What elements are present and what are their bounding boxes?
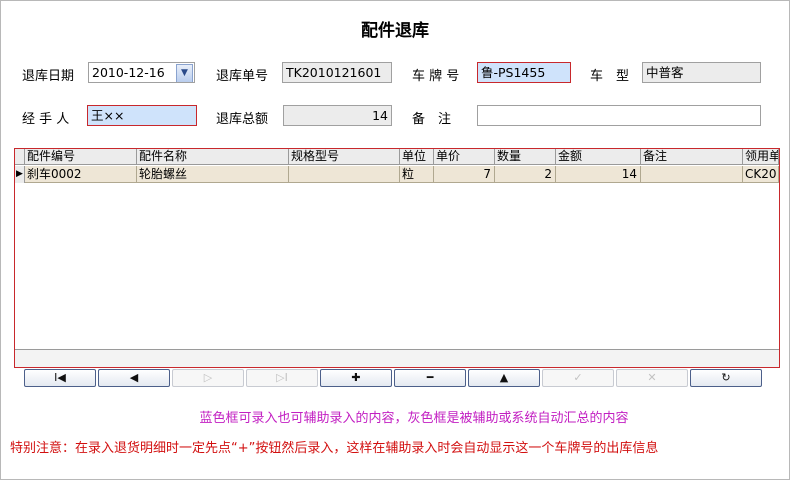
handler-field[interactable]: 王××	[87, 105, 197, 126]
cell-remark[interactable]	[641, 166, 743, 183]
cell-price[interactable]: 7	[434, 166, 495, 183]
col-requisition[interactable]: 领用单	[743, 149, 779, 165]
grid-body: 配件编号 配件名称 规格型号 单位 单价 数量 金额 备注 领用单 刹车0002…	[15, 149, 779, 349]
detail-grid[interactable]: 配件编号 配件名称 规格型号 单位 单价 数量 金额 备注 领用单 刹车0002…	[14, 148, 780, 368]
remark-label: 备 注	[412, 112, 452, 127]
page-title: 配件退库	[361, 21, 429, 41]
plate-label: 车 牌 号	[412, 69, 460, 84]
total-field: 14	[283, 105, 392, 126]
return-date-value: 2010-12-16	[92, 65, 165, 80]
col-spec[interactable]: 规格型号	[289, 149, 400, 165]
cell-part-name[interactable]: 轮胎螺丝	[137, 166, 289, 183]
header-corner	[15, 149, 25, 165]
cell-qty[interactable]: 2	[495, 166, 556, 183]
col-qty[interactable]: 数量	[495, 149, 556, 165]
return-date-field[interactable]: 2010-12-16 ▼	[88, 62, 195, 83]
model-field: 中普客	[642, 62, 761, 83]
cell-part-no[interactable]: 刹车0002	[25, 166, 137, 183]
return-no-label: 退库单号	[216, 69, 269, 84]
current-row-indicator-icon: ▶	[15, 166, 25, 183]
chevron-down-icon[interactable]: ▼	[176, 64, 193, 82]
return-date-label: 退库日期	[22, 69, 75, 84]
prev-record-button[interactable]: ◀	[98, 369, 170, 387]
first-record-button[interactable]: I◀	[24, 369, 96, 387]
total-label: 退库总额	[216, 112, 269, 127]
col-price[interactable]: 单价	[434, 149, 495, 165]
edit-record-button[interactable]: ▲	[468, 369, 540, 387]
col-part-name[interactable]: 配件名称	[137, 149, 289, 165]
cell-requisition[interactable]: CK20	[743, 166, 779, 183]
next-record-button[interactable]: ▷	[172, 369, 244, 387]
col-unit[interactable]: 单位	[400, 149, 434, 165]
table-row[interactable]: 刹车0002 轮胎螺丝 粒 7 2 14 CK20	[15, 166, 779, 183]
remark-field[interactable]	[477, 105, 761, 126]
plate-field[interactable]: 鲁-PS1455	[477, 62, 571, 83]
post-record-button[interactable]: ✓	[542, 369, 614, 387]
cancel-edit-button[interactable]: ✕	[616, 369, 688, 387]
col-amount[interactable]: 金额	[556, 149, 641, 165]
cell-amount[interactable]: 14	[556, 166, 641, 183]
warning-text: 特别注意：在录入退货明细时一定先点“+”按钮然后录入，这样在辅助录入时会自动显示…	[10, 441, 659, 456]
hint-text: 蓝色框可录入也可辅助录入的内容，灰色框是被辅助或系统自动汇总的内容	[199, 411, 629, 426]
cell-unit[interactable]: 粒	[400, 166, 434, 183]
return-no-field: TK2010121601	[282, 62, 392, 83]
horizontal-scrollbar[interactable]	[15, 349, 779, 367]
col-part-no[interactable]: 配件编号	[25, 149, 137, 165]
handler-label: 经 手 人	[22, 112, 70, 127]
col-remark[interactable]: 备注	[641, 149, 743, 165]
refresh-button[interactable]: ↻	[690, 369, 762, 387]
cell-spec[interactable]	[289, 166, 400, 183]
grid-header: 配件编号 配件名称 规格型号 单位 单价 数量 金额 备注 领用单	[15, 149, 779, 165]
model-label: 车 型	[590, 69, 630, 84]
add-record-button[interactable]: ✚	[320, 369, 392, 387]
last-record-button[interactable]: ▷I	[246, 369, 318, 387]
delete-record-button[interactable]: ━	[394, 369, 466, 387]
